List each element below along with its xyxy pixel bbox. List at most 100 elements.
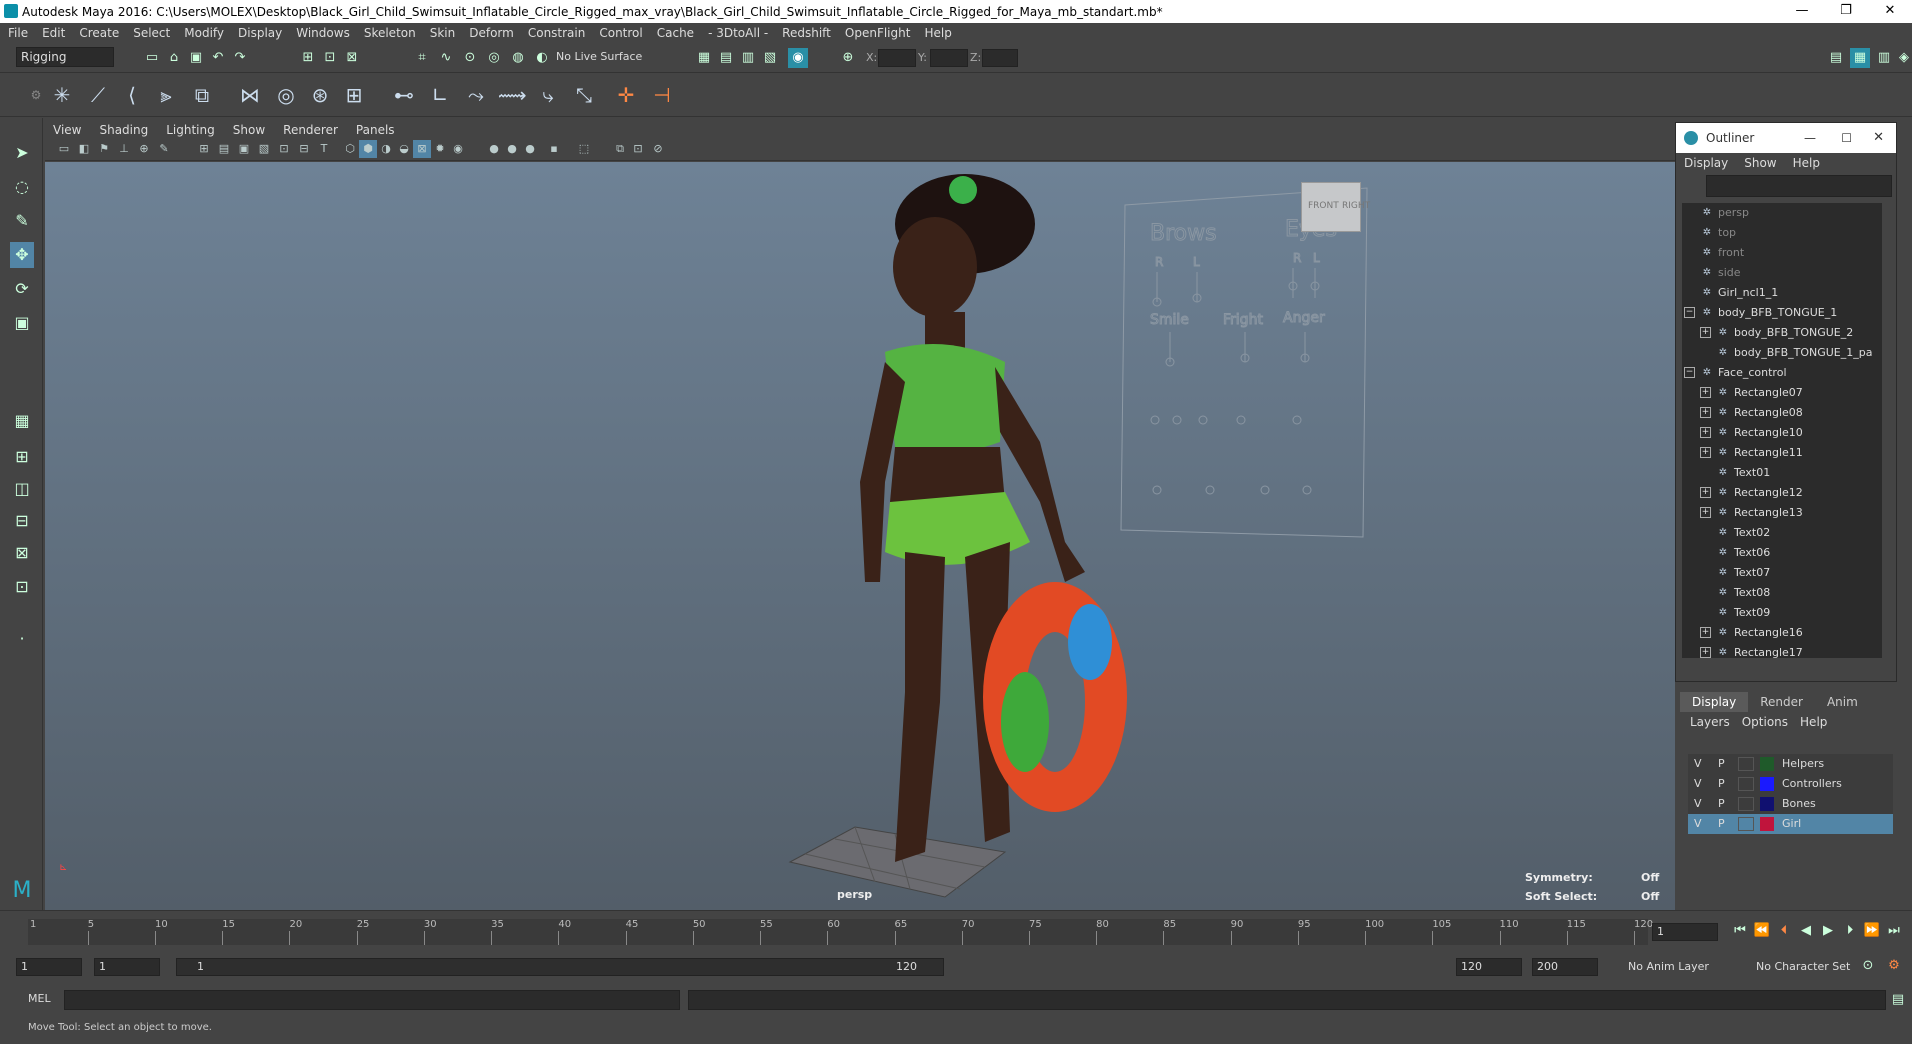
outliner-item[interactable]: ✲ body_BFB_TONGUE_1_pa <box>1682 343 1882 363</box>
outliner-item[interactable]: ✲ Text07 <box>1682 563 1882 583</box>
menu-create[interactable]: Create <box>79 26 119 40</box>
lattice-icon[interactable]: ◎ <box>272 80 300 110</box>
render-frame-icon[interactable]: ▤ <box>716 48 736 68</box>
step-key-forward-icon[interactable]: ⏵ <box>1840 921 1860 941</box>
outliner-item[interactable]: ✲ Text08 <box>1682 583 1882 603</box>
rotate-tool-icon[interactable]: ⟳ <box>10 276 34 302</box>
shadows-icon[interactable]: ✹ <box>431 140 449 158</box>
command-input[interactable] <box>64 990 680 1010</box>
menu-modify[interactable]: Modify <box>184 26 224 40</box>
wireframe-icon[interactable]: ⬡ <box>341 140 359 158</box>
outliner-search-input[interactable] <box>1706 175 1892 197</box>
outliner-item[interactable]: + ✲ Rectangle16 <box>1682 623 1882 643</box>
layer-display-type[interactable] <box>1738 777 1754 791</box>
menu-help[interactable]: Help <box>924 26 951 40</box>
wireframe-on-shaded-icon[interactable]: ◑ <box>377 140 395 158</box>
orient-constraint-icon[interactable]: ∟ <box>426 80 454 110</box>
layer-display-type[interactable] <box>1738 757 1754 771</box>
isolate-select-icon[interactable]: ▪ <box>545 140 563 158</box>
joint-tool-icon[interactable]: ✳ <box>48 80 76 110</box>
character-set-dropdown[interactable]: No Character Set <box>1756 960 1850 973</box>
expand-icon[interactable]: + <box>1700 427 1711 438</box>
lasso-tool-icon[interactable]: ◌ <box>10 174 34 200</box>
menu-skin[interactable]: Skin <box>430 26 456 40</box>
curve-control-icon[interactable]: ⊣ <box>648 80 676 110</box>
layers-menu-layers[interactable]: Layers <box>1690 715 1730 729</box>
close-button[interactable]: ✕ <box>1868 0 1912 23</box>
safe-title-icon[interactable]: T <box>315 140 333 158</box>
ik-handle-icon[interactable]: ⟋ <box>84 80 112 110</box>
camera-attributes-icon[interactable]: ◧ <box>75 140 93 158</box>
outliner-item[interactable]: ✲ Text06 <box>1682 543 1882 563</box>
viewport-persp[interactable]: Brows Eyes R L R L Smile Fright Anger <box>45 162 1675 910</box>
go-start-icon[interactable]: ⏮ <box>1730 921 1750 941</box>
layer-row[interactable]: V P Bones <box>1688 794 1893 814</box>
outliner-tree[interactable]: ✲ persp ✲ top ✲ front ✲ side ✲ Girl_ncl1_1− ✲ body_… <box>1682 203 1882 658</box>
expand-icon[interactable]: + <box>1700 627 1711 638</box>
motion-blur-icon[interactable]: ● <box>485 140 503 158</box>
layer-playback-toggle[interactable]: P <box>1718 814 1725 834</box>
outliner-item[interactable]: + ✲ Rectangle12 <box>1682 483 1882 503</box>
scale-constraint-icon[interactable]: ⤡ <box>570 80 598 110</box>
layer-visibility-toggle[interactable]: V <box>1694 754 1702 774</box>
attribute-editor-icon[interactable]: ◈ <box>1894 48 1912 68</box>
shelf-settings-icon[interactable]: ⚙ <box>22 80 50 110</box>
layer-color-swatch[interactable] <box>1760 777 1774 791</box>
tab-anim[interactable]: Anim <box>1815 692 1870 712</box>
expand-icon[interactable]: + <box>1700 407 1711 418</box>
menuset-dropdown[interactable]: Rigging <box>16 47 114 67</box>
pole-vector-icon[interactable]: ⤷ <box>534 80 562 110</box>
camera-select-icon[interactable]: ▭ <box>55 140 73 158</box>
2d-pan-icon[interactable]: ⊕ <box>135 140 153 158</box>
layer-color-swatch[interactable] <box>1760 797 1774 811</box>
layer-row[interactable]: V P Controllers <box>1688 774 1893 794</box>
outliner-item[interactable]: ✲ persp <box>1682 203 1882 223</box>
hud-toggle-icon[interactable]: ⊘ <box>649 140 667 158</box>
mel-label[interactable]: MEL <box>28 992 51 1005</box>
outliner-item[interactable]: ✲ Girl_ncl1_1 <box>1682 283 1882 303</box>
paint-select-icon[interactable]: ✎ <box>10 208 34 234</box>
open-scene-icon[interactable]: ⌂ <box>164 48 184 68</box>
locator-icon[interactable]: ✛ <box>612 80 640 110</box>
outliner-item[interactable]: ✲ Text09 <box>1682 603 1882 623</box>
layer-color-swatch[interactable] <box>1760 757 1774 771</box>
side-by-side-icon[interactable]: ◫ <box>10 476 34 502</box>
vp-menu-view[interactable]: View <box>53 123 81 137</box>
select-hierarchy-icon[interactable]: ⊞ <box>298 48 318 68</box>
expand-icon[interactable]: + <box>1700 447 1711 458</box>
auto-key-icon[interactable]: ⊙ <box>1858 956 1878 976</box>
select-component-icon[interactable]: ⊠ <box>342 48 362 68</box>
gate-mask-icon[interactable]: ▧ <box>255 140 273 158</box>
playback-start-field[interactable]: 1 <box>94 958 160 976</box>
menu-deform[interactable]: Deform <box>469 26 514 40</box>
undo-icon[interactable]: ↶ <box>208 48 228 68</box>
outliner-item[interactable]: ✲ front <box>1682 243 1882 263</box>
film-gate-icon[interactable]: ▤ <box>215 140 233 158</box>
range-track[interactable]: 1 120 <box>176 958 944 976</box>
vp-menu-show[interactable]: Show <box>233 123 265 137</box>
redo-icon[interactable]: ↷ <box>230 48 250 68</box>
resolution-gate-icon[interactable]: ▣ <box>235 140 253 158</box>
end-time-field[interactable]: 200 <box>1532 958 1598 976</box>
expand-icon[interactable]: + <box>1700 327 1711 338</box>
collapse-icon[interactable]: − <box>1684 307 1695 318</box>
layers-menu-help[interactable]: Help <box>1800 715 1827 729</box>
outliner-item[interactable]: ✲ Text02 <box>1682 523 1882 543</box>
menu-cache[interactable]: Cache <box>657 26 694 40</box>
tool-settings-icon[interactable]: ▥ <box>1874 48 1894 68</box>
outliner-minimize-icon[interactable]: — <box>1804 123 1816 153</box>
aim-constraint-icon[interactable]: ⤳ <box>462 80 490 110</box>
smooth-shade-icon[interactable]: ⬢ <box>359 140 377 158</box>
menu-edit[interactable]: Edit <box>42 26 65 40</box>
outliner-item[interactable]: + ✲ Rectangle08 <box>1682 403 1882 423</box>
snap-surface-icon[interactable]: ◍ <box>508 48 528 68</box>
textured-icon[interactable]: ◒ <box>395 140 413 158</box>
four-pane-icon[interactable]: ⊞ <box>10 444 34 470</box>
move-tool-icon[interactable]: ✥ <box>10 242 34 268</box>
outliner-item[interactable]: ✲ Text01 <box>1682 463 1882 483</box>
step-key-back-icon[interactable]: ⏴ <box>1774 921 1794 941</box>
menu-control[interactable]: Control <box>599 26 642 40</box>
layer-display-type[interactable] <box>1738 797 1754 811</box>
outliner-item[interactable]: ✲ top <box>1682 223 1882 243</box>
script-editor-icon[interactable]: ▤ <box>1888 990 1908 1010</box>
